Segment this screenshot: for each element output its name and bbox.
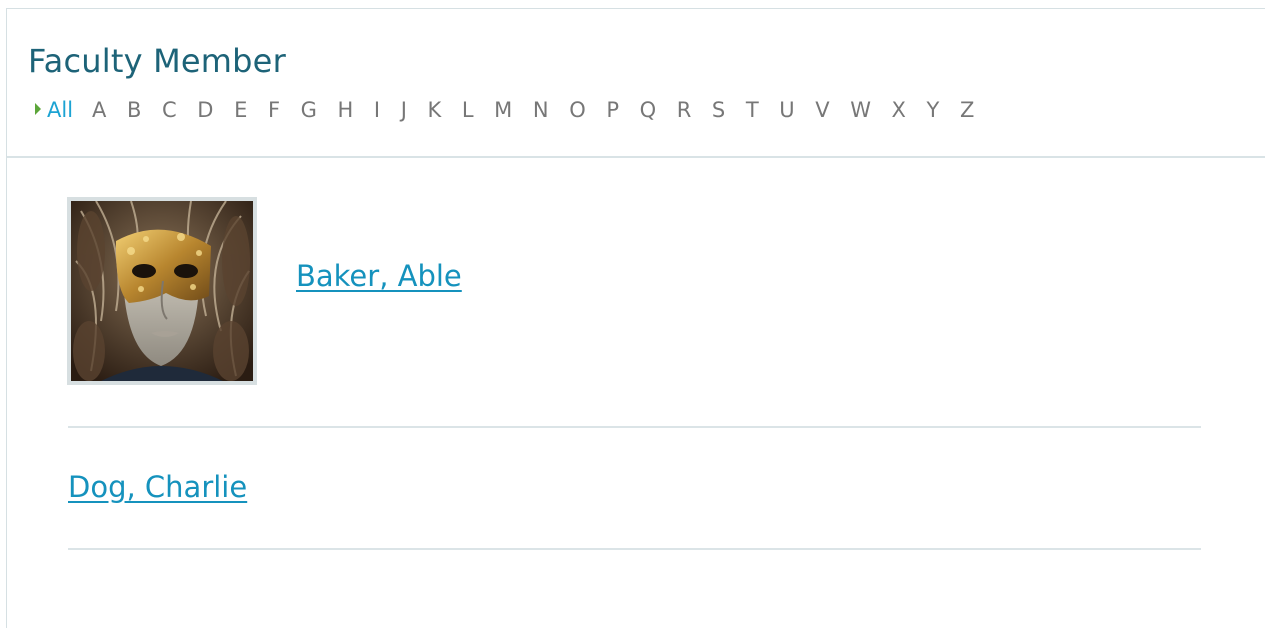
header-divider bbox=[7, 156, 1265, 158]
row-divider bbox=[68, 426, 1201, 428]
filter-letter-s[interactable]: S bbox=[712, 98, 725, 122]
filter-letter-y[interactable]: Y bbox=[927, 98, 940, 122]
filter-letter-q[interactable]: Q bbox=[640, 98, 657, 122]
filter-letter-m[interactable]: M bbox=[494, 98, 512, 122]
filter-letter-z[interactable]: Z bbox=[960, 98, 974, 122]
filter-letter-u[interactable]: U bbox=[779, 98, 794, 122]
filter-letter-j[interactable]: J bbox=[401, 98, 407, 122]
filter-letter-e[interactable]: E bbox=[234, 98, 247, 122]
masquerade-mask-image bbox=[71, 201, 253, 381]
page-title: Faculty Member bbox=[28, 42, 286, 80]
alphabet-filter: All A B C D E F G H I J K L M N O P Q R … bbox=[35, 97, 995, 123]
faculty-name-link[interactable]: Baker, Able bbox=[296, 259, 462, 293]
filter-letter-k[interactable]: K bbox=[427, 98, 441, 122]
filter-letter-c[interactable]: C bbox=[162, 98, 177, 122]
filter-letter-r[interactable]: R bbox=[677, 98, 692, 122]
faculty-photo-baker-able[interactable] bbox=[67, 197, 257, 385]
filter-letter-g[interactable]: G bbox=[301, 98, 317, 122]
faculty-name-link[interactable]: Dog, Charlie bbox=[68, 470, 247, 504]
filter-letter-x[interactable]: X bbox=[892, 98, 906, 122]
filter-letter-b[interactable]: B bbox=[127, 98, 141, 122]
filter-letter-v[interactable]: V bbox=[815, 98, 829, 122]
faculty-directory-panel: Faculty Member All A B C D E F G H I J K… bbox=[6, 8, 1265, 628]
filter-letter-d[interactable]: D bbox=[197, 98, 213, 122]
active-filter-arrow-icon bbox=[35, 103, 41, 115]
row-divider bbox=[68, 548, 1201, 550]
filter-letter-i[interactable]: I bbox=[374, 98, 380, 122]
filter-letter-p[interactable]: P bbox=[606, 98, 619, 122]
filter-letter-n[interactable]: N bbox=[533, 98, 549, 122]
filter-letter-w[interactable]: W bbox=[850, 98, 871, 122]
filter-all-link[interactable]: All bbox=[47, 98, 73, 122]
filter-letter-a[interactable]: A bbox=[92, 98, 106, 122]
filter-letter-h[interactable]: H bbox=[338, 98, 354, 122]
filter-letter-f[interactable]: F bbox=[268, 98, 280, 122]
filter-letter-o[interactable]: O bbox=[569, 98, 586, 122]
filter-letter-l[interactable]: L bbox=[462, 98, 474, 122]
filter-letter-t[interactable]: T bbox=[746, 98, 759, 122]
